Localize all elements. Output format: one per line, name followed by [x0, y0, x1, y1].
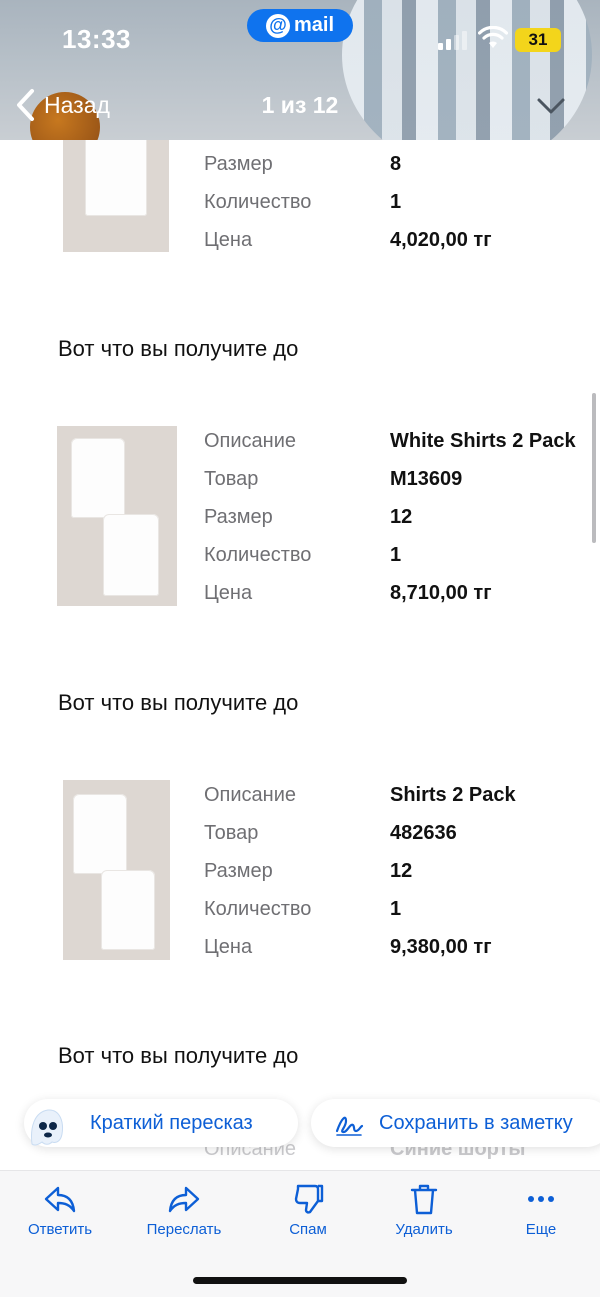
- detail-value: 8,710,00 тг: [390, 581, 492, 604]
- detail-row: Цена 9,380,00 тг: [204, 932, 492, 962]
- spam-button[interactable]: Спам: [258, 1183, 358, 1238]
- detail-row: Размер 12: [204, 502, 412, 532]
- trash-icon: [410, 1184, 438, 1215]
- detail-row: Количество 1: [204, 187, 401, 217]
- detail-row: Описание White Shirts 2 Pack: [204, 426, 576, 456]
- detail-row: Размер 8: [204, 149, 401, 179]
- email-body: Размер 8 Количество 1 Цена 4,020,00 тг В…: [0, 140, 600, 1170]
- save-note-chip-label: Сохранить в заметку: [379, 1111, 573, 1134]
- detail-value: 12: [390, 505, 413, 528]
- detail-label: Размер: [204, 505, 273, 528]
- product-image: [63, 780, 170, 960]
- detail-label: Размер: [204, 859, 273, 882]
- at-sign-icon: @: [265, 13, 290, 38]
- detail-value: White Shirts 2 Pack: [390, 429, 576, 452]
- detail-label: Описание: [204, 783, 297, 806]
- delete-label: Удалить: [395, 1221, 453, 1238]
- more-button[interactable]: Еще: [491, 1183, 591, 1238]
- reply-icon: [44, 1186, 76, 1213]
- chevron-down-icon[interactable]: [536, 96, 566, 116]
- reply-label: Ответить: [27, 1221, 93, 1238]
- more-dots-icon: [528, 1196, 554, 1202]
- detail-label: Количество: [204, 190, 312, 213]
- section-title: Вот что вы получите до: [58, 336, 299, 361]
- detail-row: Товар 482636: [204, 818, 457, 848]
- scrollbar[interactable]: [592, 393, 596, 543]
- detail-row: Количество 1: [204, 540, 401, 570]
- product-image: [63, 140, 169, 252]
- detail-row: Описание Shirts 2 Pack: [204, 780, 516, 810]
- more-label: Еще: [525, 1221, 557, 1238]
- reply-button[interactable]: Ответить: [10, 1183, 110, 1238]
- section-title: Вот что вы получите до: [58, 1043, 299, 1068]
- detail-value: 1: [390, 543, 402, 566]
- detail-value: M13609: [390, 467, 463, 490]
- detail-label: Размер: [204, 152, 273, 175]
- mail-pill-label: mail: [293, 14, 335, 36]
- battery-level: 31: [528, 30, 548, 49]
- detail-value: Shirts 2 Pack: [390, 783, 516, 806]
- signature-icon: [335, 1116, 364, 1136]
- forward-button[interactable]: Переслать: [134, 1183, 234, 1238]
- detail-label: Количество: [204, 543, 312, 566]
- forward-label: Переслать: [146, 1221, 222, 1238]
- detail-value: 8: [390, 152, 402, 175]
- message-counter: 1 из 12: [261, 92, 339, 118]
- status-time: 13:33: [62, 24, 131, 54]
- detail-label: Товар: [204, 467, 259, 490]
- detail-label: Описание: [204, 429, 297, 452]
- thumbs-down-icon: [294, 1184, 324, 1214]
- detail-row: Товар M13609: [204, 464, 462, 494]
- detail-label: Цена: [204, 581, 253, 604]
- detail-label: Товар: [204, 821, 259, 844]
- delete-button[interactable]: Удалить: [374, 1183, 474, 1238]
- cellular-signal-icon: [438, 31, 467, 50]
- mail-app-pill[interactable]: @ mail: [247, 9, 353, 42]
- detail-value: 1: [390, 190, 402, 213]
- product-image: [57, 426, 177, 606]
- detail-label: Цена: [204, 935, 253, 958]
- header: 13:33 @ mail 31 Назад 1 из 12: [0, 0, 600, 140]
- ghost-assistant-icon: [31, 1109, 63, 1146]
- detail-label: Цена: [204, 228, 253, 251]
- section-title: Вот что вы получите до: [58, 690, 299, 715]
- battery-icon: 31: [515, 28, 561, 52]
- detail-value: 9,380,00 тг: [390, 935, 492, 958]
- detail-row: Цена 4,020,00 тг: [204, 225, 492, 255]
- detail-value: 12: [390, 859, 413, 882]
- detail-value: 482636: [390, 821, 457, 844]
- balloon-background-image: [342, 0, 592, 140]
- detail-value: 1: [390, 897, 402, 920]
- detail-row: Количество 1: [204, 894, 401, 924]
- wifi-icon: [478, 26, 508, 48]
- home-indicator: [193, 1277, 407, 1284]
- detail-row: Размер 12: [204, 856, 412, 886]
- detail-value: 4,020,00 тг: [390, 228, 492, 251]
- spam-label: Спам: [289, 1221, 327, 1238]
- summary-chip-label: Краткий пересказ: [90, 1111, 253, 1134]
- detail-row: Цена 8,710,00 тг: [204, 578, 492, 608]
- detail-label: Количество: [204, 897, 312, 920]
- forward-icon: [168, 1186, 200, 1213]
